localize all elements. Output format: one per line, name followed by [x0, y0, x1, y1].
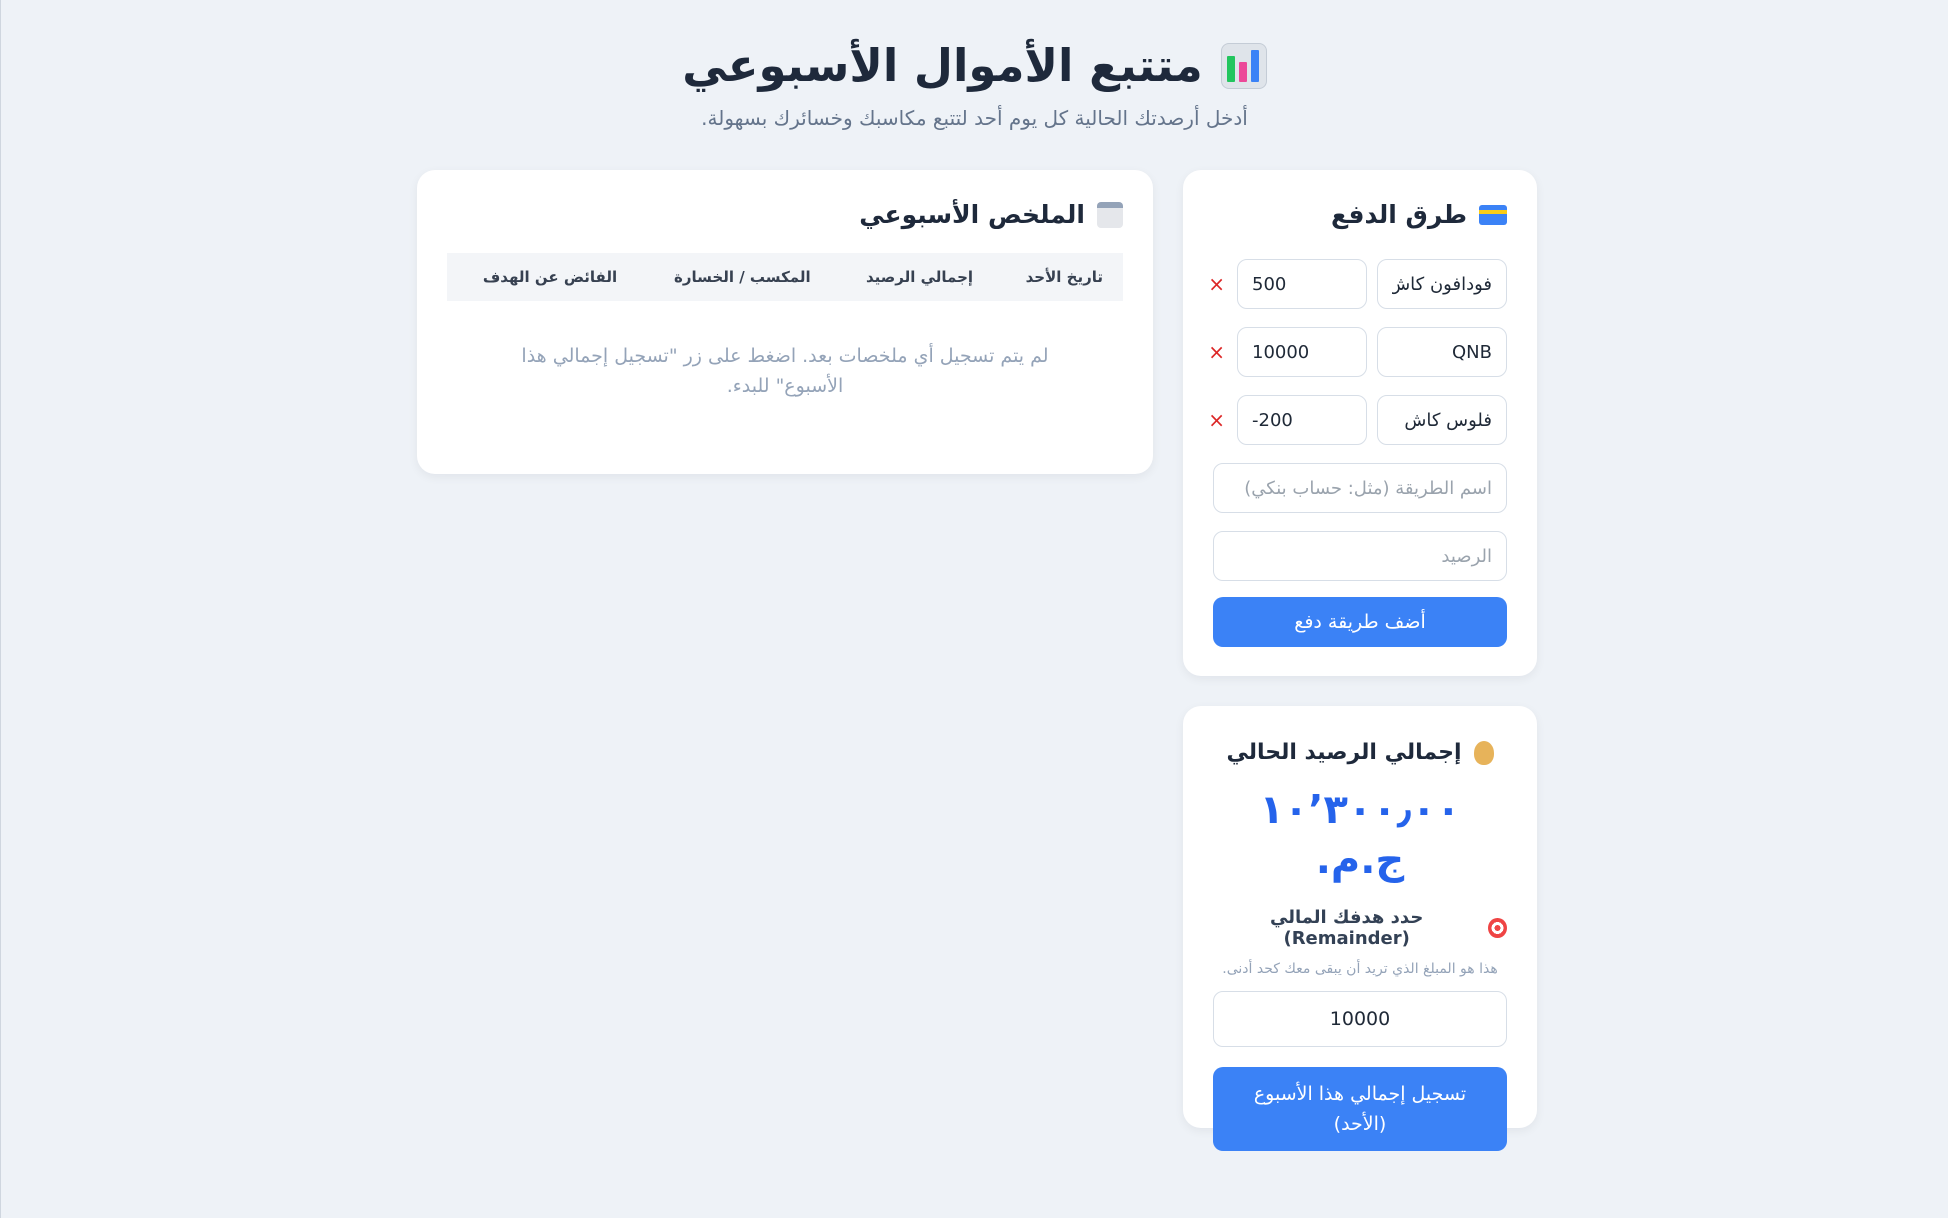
payment-methods-title-text: طرق الدفع: [1331, 200, 1467, 229]
column-surplus-over-goal: الفائض عن الهدف: [482, 268, 618, 286]
bar-chart-icon: [1220, 43, 1267, 89]
remove-method-button[interactable]: ×: [1208, 272, 1225, 296]
table-header-row: تاريخ الأحد إجمالي الرصيد المكسب / الخسا…: [447, 253, 1123, 301]
new-method-balance-input[interactable]: [1213, 531, 1507, 581]
total-balance-value: ١٠٬٣٠٠٫٠٠ ج.م.: [1259, 787, 1461, 883]
remove-method-button[interactable]: ×: [1208, 408, 1225, 432]
goal-label-text: حدد هدفك المالي (Remainder): [1270, 907, 1424, 949]
total-balance-title: إجمالي الرصيد الحالي: [1213, 740, 1507, 765]
empty-row: لم يتم تسجيل أي ملخصات بعد. اضغط على زر …: [447, 301, 1123, 401]
record-week-total-button[interactable]: تسجيل إجمالي هذا الأسبوع (الأحد): [1213, 1067, 1507, 1151]
payment-methods-title: طرق الدفع: [1213, 200, 1507, 229]
method-balance-input[interactable]: [1237, 395, 1367, 445]
goal-hint: هذا هو المبلغ الذي تريد أن يبقى معك كحد …: [1222, 961, 1498, 977]
weekly-summary-table: تاريخ الأحد إجمالي الرصيد المكسب / الخسا…: [447, 253, 1123, 401]
weekly-summary-title-text: الملخص الأسبوعي: [859, 200, 1085, 229]
new-method-name-input[interactable]: [1213, 463, 1507, 513]
method-balance-input[interactable]: [1237, 327, 1367, 377]
total-balance-title-text: إجمالي الرصيد الحالي: [1226, 740, 1462, 765]
payment-method-row: ×: [1208, 259, 1507, 309]
calendar-icon: [1097, 201, 1123, 228]
page-header: متتبع الأموال الأسبوعي أدخل أرصدتك الحال…: [1, 36, 1948, 130]
page-title-text: متتبع الأموال الأسبوعي: [682, 39, 1203, 92]
payment-methods-card: طرق الدفع × × × أضف طريقة دفع: [1183, 170, 1537, 676]
payment-method-row: ×: [1208, 327, 1507, 377]
page-title: متتبع الأموال الأسبوعي: [682, 36, 1267, 96]
payment-method-row: ×: [1208, 395, 1507, 445]
total-balance-card: إجمالي الرصيد الحالي ١٠٬٣٠٠٫٠٠ ج.م. حدد …: [1183, 706, 1537, 1151]
method-balance-input[interactable]: [1237, 259, 1367, 309]
money-bag-icon: [1473, 740, 1494, 765]
empty-state-message: لم يتم تسجيل أي ملخصات بعد. اضغط على زر …: [521, 345, 1049, 397]
column-gain-loss: المكسب / الخسارة: [674, 268, 811, 286]
method-name-input[interactable]: [1377, 327, 1507, 377]
column-total-balance: إجمالي الرصيد: [865, 268, 974, 286]
method-name-input[interactable]: [1377, 395, 1507, 445]
goal-label: حدد هدفك المالي (Remainder): [1213, 907, 1507, 949]
goal-amount-input[interactable]: [1213, 991, 1507, 1047]
weekly-summary-title: الملخص الأسبوعي: [447, 200, 1123, 229]
method-name-input[interactable]: [1377, 259, 1507, 309]
target-icon: [1488, 918, 1507, 938]
column-sunday-date: تاريخ الأحد: [1025, 268, 1103, 286]
page-subtitle: أدخل أرصدتك الحالية كل يوم أحد لتتبع مكا…: [701, 106, 1248, 130]
credit-card-icon: [1479, 204, 1507, 225]
add-payment-method-button[interactable]: أضف طريقة دفع: [1213, 597, 1507, 647]
remove-method-button[interactable]: ×: [1208, 340, 1225, 364]
weekly-summary-card: الملخص الأسبوعي تاريخ الأحد إجمالي الرصي…: [417, 170, 1153, 474]
